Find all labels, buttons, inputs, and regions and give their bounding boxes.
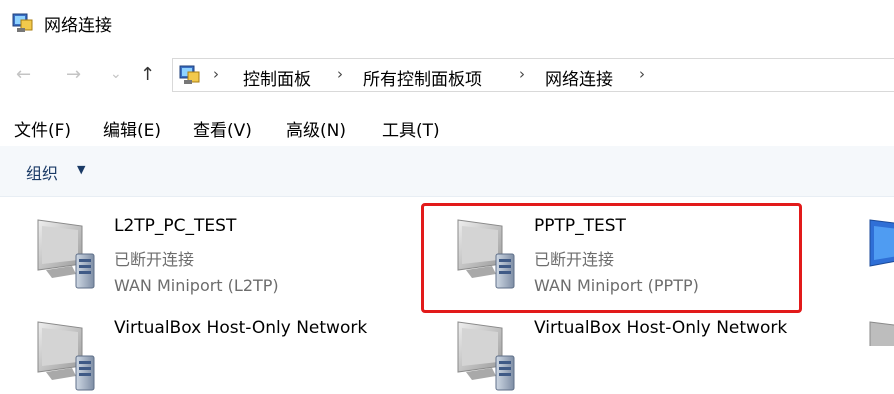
connection-name: VirtualBox Host-Only Network (534, 318, 788, 338)
recent-locations-chevron-icon[interactable]: ⌄ (110, 66, 122, 82)
connection-item-l2tp[interactable]: L2TP_PC_TEST 已断开连接 WAN Miniport (L2TP) (26, 212, 406, 302)
up-arrow-icon[interactable]: ↑ (140, 64, 155, 85)
connection-name: VirtualBox Host-Only Network (114, 318, 368, 338)
menu-file[interactable]: 文件(F) (14, 116, 71, 141)
connection-name: L2TP_PC_TEST (114, 216, 237, 236)
menu-advanced[interactable]: 高级(N) (286, 116, 346, 141)
breadcrumb-separator-icon[interactable]: › (337, 65, 343, 83)
forward-arrow-icon[interactable]: → (66, 64, 81, 85)
breadcrumb-network-connections[interactable]: 网络连接 (545, 65, 613, 90)
organize-button[interactable]: 组织 (26, 160, 58, 184)
connection-status: 已断开连接 (114, 250, 195, 269)
breadcrumb-separator-icon[interactable]: › (639, 65, 645, 83)
network-connections-icon (12, 13, 33, 32)
breadcrumb-control-panel[interactable]: 控制面板 (243, 65, 311, 90)
organize-dropdown-icon[interactable]: ▼ (77, 163, 85, 176)
menu-tools[interactable]: 工具(T) (382, 116, 440, 141)
breadcrumb-all-control-panel-items[interactable]: 所有控制面板项 (363, 65, 482, 90)
network-adapter-icon (446, 314, 526, 394)
address-bar[interactable]: › 控制面板 › 所有控制面板项 › 网络连接 › (172, 58, 894, 92)
network-adapter-icon[interactable] (866, 214, 894, 284)
network-adapter-icon (26, 212, 106, 292)
menu-bar: 文件(F) 编辑(E) 查看(V) 高级(N) 工具(T) (0, 112, 894, 142)
window-title: 网络连接 (44, 16, 112, 36)
menu-view[interactable]: 查看(V) (193, 116, 252, 141)
network-adapter-icon[interactable] (866, 316, 894, 346)
title-bar: 网络连接 (0, 0, 894, 44)
network-adapter-icon (26, 314, 106, 394)
connection-device: WAN Miniport (L2TP) (114, 276, 279, 295)
navigation-bar: ← → ⌄ ↑ › 控制面板 › 所有控制面板项 › 网络连接 › (0, 56, 894, 96)
back-arrow-icon[interactable]: ← (16, 64, 31, 85)
menu-edit[interactable]: 编辑(E) (103, 116, 161, 141)
command-bar: 组织 ▼ (0, 146, 894, 197)
address-location-icon (179, 65, 200, 84)
breadcrumb-separator-icon[interactable]: › (213, 65, 219, 83)
highlight-box (421, 203, 802, 313)
breadcrumb-separator-icon[interactable]: › (519, 65, 525, 83)
